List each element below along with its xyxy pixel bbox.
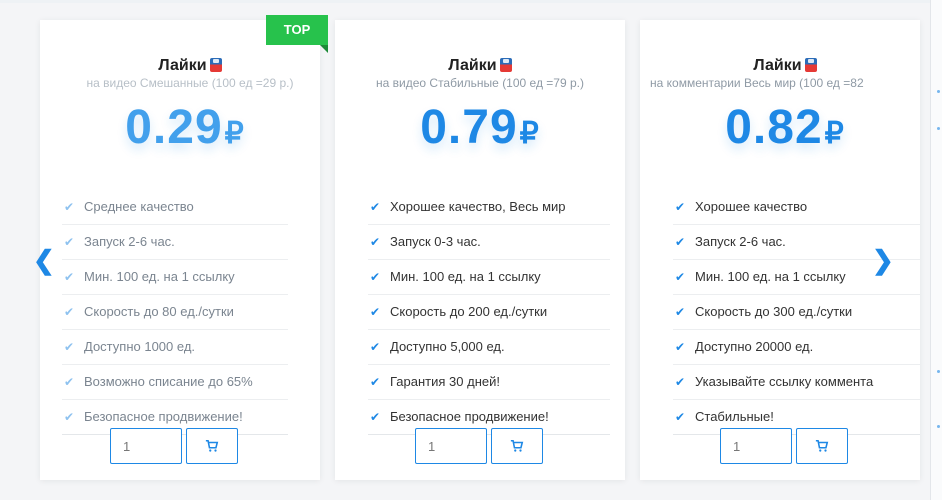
check-icon: ✔ bbox=[674, 235, 686, 249]
pricing-card-2: Лайки на видео Стабильные (100 ед =79 р.… bbox=[335, 20, 625, 480]
cart-icon bbox=[510, 439, 524, 452]
youtube-icon bbox=[804, 58, 817, 72]
add-to-cart-button[interactable] bbox=[491, 428, 543, 464]
feature-item: ✔ Хорошее качество, Весь мир bbox=[368, 190, 610, 225]
feature-item: ✔ Скорость до 80 ед./сутки bbox=[62, 295, 288, 330]
quantity-input[interactable] bbox=[720, 428, 792, 464]
check-icon: ✔ bbox=[369, 340, 381, 354]
panel-marker bbox=[937, 425, 940, 428]
panel-marker bbox=[937, 127, 940, 130]
right-side-panel bbox=[930, 0, 942, 500]
order-controls bbox=[335, 428, 625, 466]
cart-icon bbox=[205, 439, 219, 452]
feature-list: ✔ Хорошее качество, Весь мир ✔ Запуск 0-3 … bbox=[350, 190, 610, 435]
feature-item: ✔ Среднее качество bbox=[62, 190, 288, 225]
check-icon: ✔ bbox=[63, 235, 75, 249]
add-to-cart-button[interactable] bbox=[796, 428, 848, 464]
youtube-icon bbox=[209, 58, 222, 72]
feature-list: ✔ Среднее качество ✔ Запуск 2-6 час. ✔ Мин.… bbox=[62, 190, 288, 435]
feature-item: ✔ Мин. 100 ед. на 1 ссылку bbox=[62, 260, 288, 295]
check-icon: ✔ bbox=[369, 270, 381, 284]
price: 0.79₽ bbox=[420, 101, 540, 154]
check-icon: ✔ bbox=[63, 270, 75, 284]
check-icon: ✔ bbox=[674, 375, 686, 389]
check-icon: ✔ bbox=[369, 200, 381, 214]
feature-item: ✔ Мин. 100 ед. на 1 ссылку bbox=[368, 260, 610, 295]
check-icon: ✔ bbox=[369, 235, 381, 249]
currency-icon: ₽ bbox=[824, 117, 845, 150]
feature-item: ✔ Доступно 1000 ед. bbox=[62, 330, 288, 365]
feature-item: ✔ Доступно 20000 ед. bbox=[673, 330, 920, 365]
check-icon: ✔ bbox=[369, 305, 381, 319]
check-icon: ✔ bbox=[674, 305, 686, 319]
card-subtitle: на видео Смешанные (100 ед =29 р.) bbox=[86, 76, 294, 90]
carousel-next-icon[interactable]: ❯ bbox=[872, 245, 894, 275]
check-icon: ✔ bbox=[63, 200, 75, 214]
feature-list: ✔ Хорошее качество ✔ Запуск 2-6 час. ✔ Мин.… bbox=[658, 190, 920, 435]
add-to-cart-button[interactable] bbox=[186, 428, 238, 464]
youtube-icon bbox=[499, 58, 512, 72]
top-divider bbox=[0, 0, 930, 3]
top-badge: TOP bbox=[266, 15, 328, 53]
quantity-input[interactable] bbox=[110, 428, 182, 464]
check-icon: ✔ bbox=[369, 375, 381, 389]
card-title: Лайки bbox=[335, 57, 625, 75]
quantity-input[interactable] bbox=[415, 428, 487, 464]
cart-icon bbox=[815, 439, 829, 452]
panel-marker bbox=[937, 370, 940, 373]
currency-icon: ₽ bbox=[224, 117, 245, 150]
order-controls bbox=[640, 428, 920, 466]
feature-item: ✔ Хорошее качество bbox=[673, 190, 920, 225]
feature-item: ✔ Запуск 0-3 час. bbox=[368, 225, 610, 260]
card-subtitle: на видео Стабильные (100 ед =79 р.) bbox=[376, 76, 584, 90]
check-icon: ✔ bbox=[63, 305, 75, 319]
currency-icon: ₽ bbox=[519, 117, 540, 150]
card-title: Лайки bbox=[60, 57, 320, 75]
card-title: Лайки bbox=[650, 57, 920, 75]
carousel-prev-icon[interactable]: ❮ bbox=[33, 245, 55, 275]
card-subtitle: на комментарии Весь мир (100 ед =82 bbox=[650, 76, 864, 90]
price: 0.82₽ bbox=[725, 101, 845, 154]
panel-marker bbox=[937, 90, 940, 93]
check-icon: ✔ bbox=[63, 340, 75, 354]
feature-item: ✔ Запуск 2-6 час. bbox=[62, 225, 288, 260]
feature-item: ✔ Гарантия 30 дней! bbox=[368, 365, 610, 400]
price: 0.29₽ bbox=[125, 101, 245, 154]
feature-item: ✔ Скорость до 200 ед./сутки bbox=[368, 295, 610, 330]
feature-item: ✔ Доступно 5,000 ед. bbox=[368, 330, 610, 365]
feature-item: ✔ Возможно списание до 65% bbox=[62, 365, 288, 400]
check-icon: ✔ bbox=[674, 270, 686, 284]
feature-item: ✔ Указывайте ссылку коммента bbox=[673, 365, 920, 400]
pricing-card-1: Лайки на видео Смешанные (100 ед =29 р.)… bbox=[40, 20, 320, 480]
check-icon: ✔ bbox=[674, 200, 686, 214]
order-controls bbox=[40, 428, 320, 466]
check-icon: ✔ bbox=[63, 375, 75, 389]
check-icon: ✔ bbox=[674, 340, 686, 354]
feature-item: ✔ Скорость до 300 ед./сутки bbox=[673, 295, 920, 330]
